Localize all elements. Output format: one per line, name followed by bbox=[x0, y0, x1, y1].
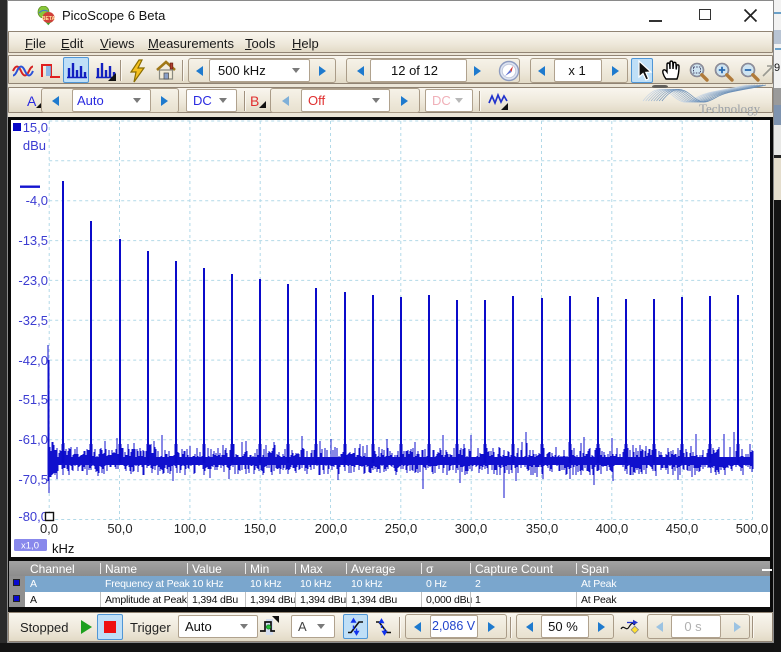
svg-text:-4,0: -4,0 bbox=[26, 193, 48, 208]
svg-text:kHz: kHz bbox=[52, 541, 74, 556]
svg-text:x1,0: x1,0 bbox=[21, 541, 39, 552]
svg-text:-61,0: -61,0 bbox=[18, 432, 48, 447]
svg-text:150,0: 150,0 bbox=[244, 521, 277, 536]
svg-text:-32,5: -32,5 bbox=[18, 313, 48, 328]
svg-text:450,0: 450,0 bbox=[666, 521, 699, 536]
svg-text:50,0: 50,0 bbox=[107, 521, 132, 536]
svg-text:-13,5: -13,5 bbox=[18, 233, 48, 248]
svg-text:250,0: 250,0 bbox=[385, 521, 418, 536]
svg-text:15,0: 15,0 bbox=[23, 120, 48, 135]
svg-text:350,0: 350,0 bbox=[526, 521, 559, 536]
svg-text:-42,0: -42,0 bbox=[18, 353, 48, 368]
svg-text:100,0: 100,0 bbox=[174, 521, 207, 536]
svg-text:-23,0: -23,0 bbox=[18, 273, 48, 288]
svg-text:-70,5: -70,5 bbox=[18, 472, 48, 487]
svg-text:500,0: 500,0 bbox=[736, 521, 769, 536]
svg-text:0,0: 0,0 bbox=[40, 521, 58, 536]
svg-text:300,0: 300,0 bbox=[455, 521, 488, 536]
svg-text:dBu: dBu bbox=[23, 138, 46, 153]
svg-text:-51,5: -51,5 bbox=[18, 392, 48, 407]
svg-text:200,0: 200,0 bbox=[315, 521, 348, 536]
svg-text:400,0: 400,0 bbox=[596, 521, 629, 536]
